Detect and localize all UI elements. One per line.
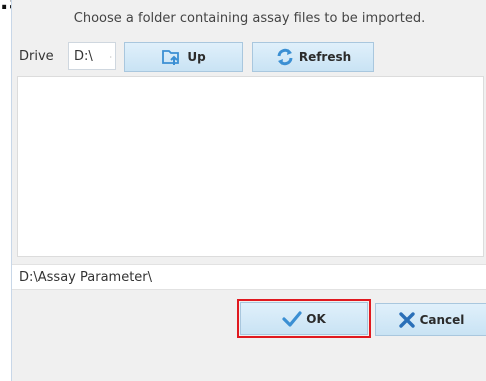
drive-value: D:\ — [74, 49, 93, 64]
drive-label: Drive — [19, 49, 54, 64]
up-button[interactable]: Up — [124, 42, 243, 72]
cancel-button[interactable]: Cancel — [375, 303, 486, 336]
refresh-icon — [277, 48, 293, 66]
import-folder-dialog: Choose a folder containing assay files t… — [11, 0, 486, 381]
x-icon — [398, 311, 415, 328]
up-button-label: Up — [187, 50, 206, 64]
refresh-button[interactable]: Refresh — [252, 42, 374, 72]
refresh-button-label: Refresh — [298, 50, 352, 64]
dropdown-arrow-icon: · — [109, 53, 112, 62]
dialog-instruction: Choose a folder containing assay files t… — [73, 11, 426, 26]
folder-list[interactable] — [17, 76, 484, 257]
cancel-button-label: Cancel — [419, 312, 465, 327]
ok-button[interactable]: OK — [240, 302, 368, 335]
current-path-field: D:\Assay Parameter\ — [12, 264, 486, 290]
drive-select[interactable]: D:\ · — [68, 42, 116, 70]
folder-up-icon — [162, 50, 180, 65]
ok-button-label: OK — [306, 311, 326, 326]
checkmark-icon — [282, 310, 302, 327]
